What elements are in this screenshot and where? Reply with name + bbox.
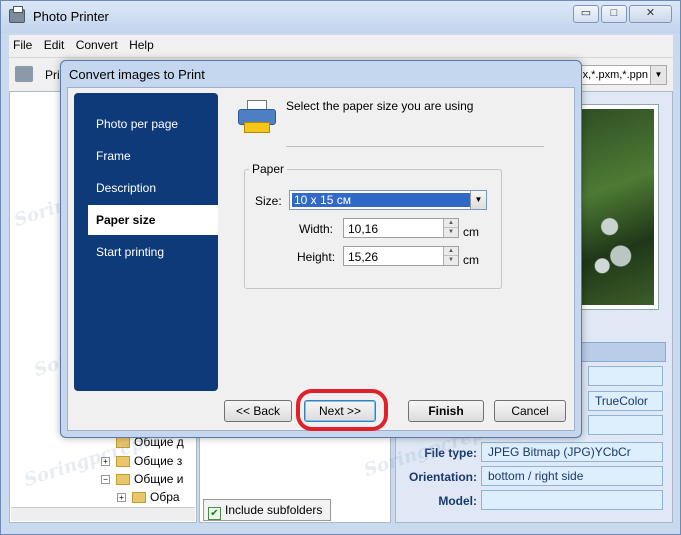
- model-field: [481, 490, 663, 510]
- checkmark-icon: ✔: [208, 507, 221, 520]
- height-input[interactable]: 15,26 ▲ ▼: [343, 246, 459, 266]
- folder-icon: [116, 474, 130, 486]
- spin-down-icon[interactable]: ▼: [443, 256, 458, 265]
- tree-expander-icon[interactable]: +: [117, 493, 126, 503]
- minimize-button[interactable]: ▭: [573, 5, 599, 23]
- dialog-body: Photo per page Frame Description Paper s…: [67, 87, 575, 431]
- height-value: 15,26: [348, 250, 379, 264]
- width-input[interactable]: 10,16 ▲ ▼: [343, 218, 459, 238]
- chevron-down-icon[interactable]: ▼: [650, 66, 666, 84]
- divider: [286, 146, 544, 147]
- width-unit: cm: [463, 225, 479, 239]
- menu-help[interactable]: Help: [125, 35, 158, 55]
- paper-group-label: Paper: [249, 162, 288, 176]
- folder-icon: [116, 456, 130, 468]
- menu-bar: File Edit Convert Help: [9, 35, 673, 57]
- include-subfolders-label: Include subfolders: [225, 503, 323, 517]
- print-toolbar-label[interactable]: Pri: [45, 68, 60, 82]
- height-label: Height:: [297, 250, 336, 264]
- tree-expander-icon[interactable]: −: [101, 475, 110, 485]
- menu-file[interactable]: File: [9, 35, 36, 55]
- file-filter-value: x,*.pxm,*.ppn: [582, 69, 648, 81]
- tree-item[interactable]: + Общие з: [101, 454, 182, 468]
- cancel-button[interactable]: Cancel: [494, 400, 566, 422]
- paper-group: Paper Size: 10 x 15 см ▼ Width: 10,16 ▲ …: [244, 162, 502, 289]
- size-label: Size:: [255, 194, 282, 208]
- paper-size-value: 10 x 15 см: [292, 193, 470, 207]
- printer-icon: [238, 100, 276, 134]
- convert-dialog: Convert images to Print Photo per page F…: [60, 60, 582, 438]
- spin-up-icon[interactable]: ▲: [443, 247, 458, 256]
- horizontal-scrollbar[interactable]: [11, 507, 195, 521]
- info-field: [588, 415, 663, 435]
- tree-item[interactable]: − Общие и: [101, 472, 184, 486]
- wizard-steps: Photo per page Frame Description Paper s…: [74, 93, 218, 391]
- tree-item-label: Общие и: [134, 472, 184, 486]
- maximize-button[interactable]: □: [601, 5, 627, 23]
- back-button[interactable]: << Back: [224, 400, 292, 422]
- folder-icon: [132, 492, 146, 504]
- step-header: Select the paper size you are using: [286, 99, 474, 113]
- step-frame[interactable]: Frame: [74, 141, 218, 171]
- tree-expander-icon[interactable]: +: [101, 457, 110, 467]
- finish-button[interactable]: Finish: [408, 400, 484, 422]
- step-start-printing[interactable]: Start printing: [74, 237, 218, 267]
- dialog-title: Convert images to Print: [69, 67, 205, 82]
- print-icon[interactable]: [15, 66, 33, 82]
- tree-item-label: Общие з: [134, 454, 183, 468]
- file-type-label: File type:: [424, 446, 477, 460]
- spin-down-icon[interactable]: ▼: [443, 228, 458, 237]
- chevron-down-icon[interactable]: ▼: [470, 191, 486, 209]
- menu-convert[interactable]: Convert: [72, 35, 122, 55]
- step-paper-size[interactable]: Paper size: [88, 205, 218, 235]
- orientation-field: bottom / right side: [481, 466, 663, 486]
- tree-item-label: Обра: [150, 490, 180, 504]
- width-value: 10,16: [348, 222, 379, 236]
- spin-up-icon[interactable]: ▲: [443, 219, 458, 228]
- window-title: Photo Printer: [33, 9, 109, 24]
- menu-edit[interactable]: Edit: [40, 35, 69, 55]
- next-button[interactable]: Next >>: [304, 400, 376, 422]
- width-label: Width:: [299, 222, 334, 236]
- file-type-field: JPEG Bitmap (JPG)YCbCr: [481, 442, 663, 462]
- photo-preview: [576, 105, 658, 309]
- include-subfolders-checkbox[interactable]: ✔ Include subfolders: [203, 499, 331, 521]
- info-field: [588, 366, 663, 386]
- step-photo-per-page[interactable]: Photo per page: [74, 109, 218, 139]
- folder-icon: [116, 437, 130, 449]
- orientation-label: Orientation:: [409, 470, 477, 484]
- close-button[interactable]: ✕: [629, 5, 672, 23]
- title-bar: Photo Printer ▭ □ ✕: [1, 1, 680, 33]
- model-label: Model:: [438, 494, 477, 508]
- step-description[interactable]: Description: [74, 173, 218, 203]
- tree-item[interactable]: + Обра: [117, 490, 180, 504]
- printer-icon: [9, 6, 25, 23]
- height-unit: cm: [463, 253, 479, 267]
- info-color-field: TrueColor: [588, 391, 663, 411]
- paper-size-select[interactable]: 10 x 15 см ▼: [289, 190, 487, 210]
